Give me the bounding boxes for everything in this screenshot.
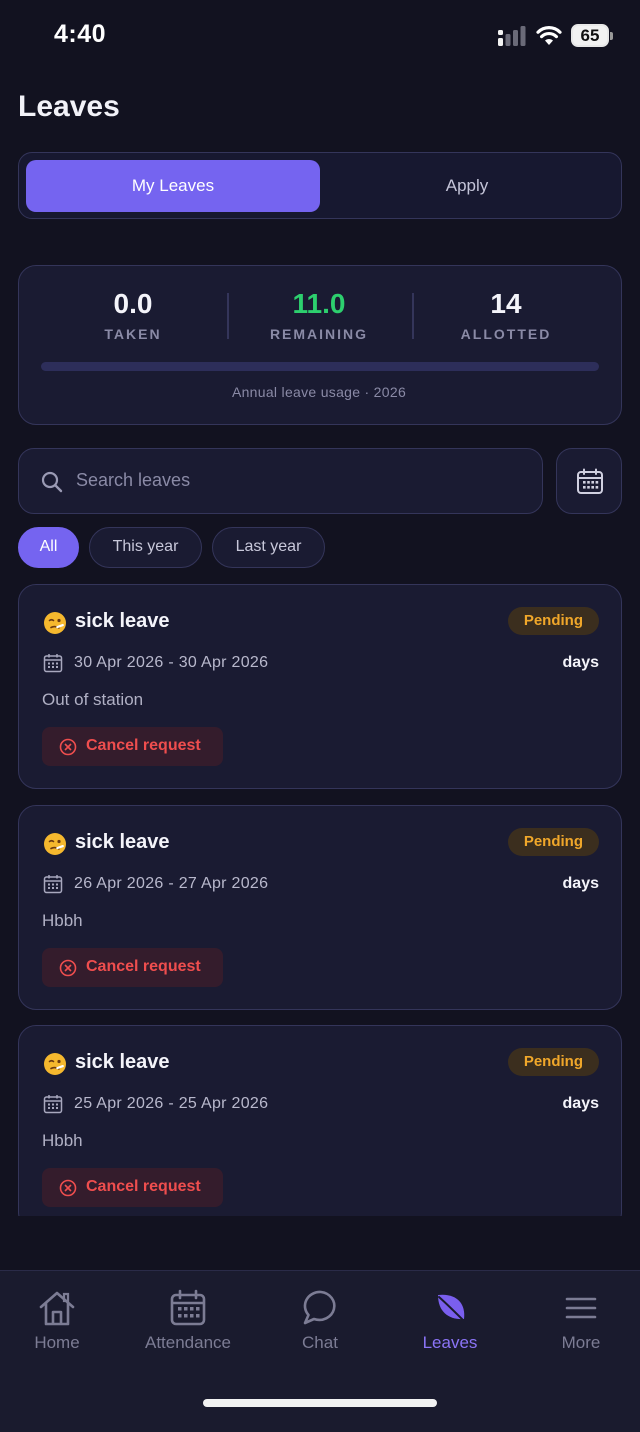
chat-icon	[303, 1290, 336, 1325]
leave-type: sick leave	[75, 831, 170, 853]
leave-days: days	[562, 654, 599, 671]
stat-taken-label: TAKEN	[104, 326, 162, 342]
stat-taken-value: 0.0	[113, 288, 153, 319]
home-indicator[interactable]	[203, 1399, 437, 1407]
menu-icon	[565, 1297, 597, 1319]
bottom-nav: Home Attendance Chat Leaves More	[0, 1270, 640, 1432]
nav-home-label: Home	[34, 1333, 80, 1352]
stat-allotted: 14 ALLOTTED	[406, 288, 606, 342]
nav-chat-label: Chat	[302, 1333, 338, 1352]
cancel-request-label: Cancel request	[86, 958, 201, 975]
calendar-icon	[170, 1289, 206, 1326]
nav-leaves-label: Leaves	[422, 1333, 478, 1352]
wifi-icon	[536, 26, 562, 45]
filter-chip-this-year[interactable]: This year	[89, 527, 202, 568]
calendar-icon	[43, 654, 63, 673]
stat-allotted-value: 14	[490, 288, 522, 319]
nav-attendance-label: Attendance	[144, 1333, 231, 1352]
stat-taken: 0.0 TAKEN	[33, 288, 233, 342]
leave-dates: 26 Apr 2026 - 27 Apr 2026	[74, 875, 269, 892]
status-badge: Pending	[507, 607, 599, 635]
nav-home[interactable]: Home	[0, 1289, 117, 1353]
leave-type: sick leave	[75, 610, 170, 632]
leaf-icon	[438, 1294, 467, 1324]
usage-caption: Annual leave usage · 2026	[231, 384, 407, 400]
stat-allotted-label: ALLOTTED	[460, 326, 552, 342]
leave-type: sick leave	[75, 1051, 170, 1073]
cancel-icon	[59, 738, 77, 756]
cancel-request-button[interactable]: Cancel request	[42, 727, 223, 766]
tab-my-leaves[interactable]: My Leaves	[26, 160, 320, 212]
leave-days: days	[562, 1095, 599, 1112]
tab-apply[interactable]: Apply	[322, 160, 612, 212]
search-icon	[41, 471, 63, 493]
leave-days: days	[562, 875, 599, 892]
calendar-icon	[577, 468, 603, 494]
cancel-request-button[interactable]: Cancel request	[42, 1168, 223, 1207]
leave-reason: Hbbh	[42, 1131, 83, 1150]
sick-face-icon	[43, 1052, 67, 1076]
battery-level: 65	[580, 26, 600, 45]
cancel-request-label: Cancel request	[86, 1178, 201, 1195]
usage-progress-bar	[41, 362, 599, 371]
nav-attendance[interactable]: Attendance	[128, 1289, 248, 1353]
page-title: Leaves	[18, 90, 120, 123]
status-badge: Pending	[507, 828, 599, 856]
cellular-signal-icon	[498, 26, 526, 46]
nav-chat[interactable]: Chat	[260, 1289, 380, 1353]
sick-face-icon	[43, 832, 67, 856]
leave-reason: Hbbh	[42, 911, 83, 930]
leave-balance-card: 0.0 TAKEN 11.0 REMAINING 14 ALLOTTED Ann…	[18, 265, 622, 425]
search-box	[18, 448, 543, 514]
leave-dates: 30 Apr 2026 - 30 Apr 2026	[74, 654, 269, 671]
leave-dates: 25 Apr 2026 - 25 Apr 2026	[74, 1095, 269, 1112]
home-icon	[39, 1291, 75, 1326]
status-bar: 4:40 65	[0, 0, 640, 72]
leave-card[interactable]: sick leave Pending 26 Apr 2026 - 27 Apr …	[18, 805, 622, 1010]
calendar-icon	[43, 875, 63, 894]
stat-remaining: 11.0 REMAINING	[219, 288, 419, 342]
stat-remaining-value: 11.0	[292, 288, 346, 319]
nav-more-label: More	[561, 1333, 601, 1352]
cancel-icon	[59, 1179, 77, 1197]
leave-list[interactable]: sick leave Pending 30 Apr 2026 - 30 Apr …	[0, 583, 640, 1216]
nav-more[interactable]: More	[521, 1289, 640, 1353]
nav-leaves[interactable]: Leaves	[390, 1289, 510, 1353]
cancel-request-label: Cancel request	[86, 737, 201, 754]
calendar-filter-button[interactable]	[556, 448, 622, 514]
status-time: 4:40	[54, 20, 107, 48]
status-badge: Pending	[507, 1048, 599, 1076]
cancel-icon	[59, 959, 77, 977]
leave-card[interactable]: sick leave Pending 25 Apr 2026 - 25 Apr …	[18, 1025, 622, 1216]
filter-chip-all[interactable]: All	[18, 527, 79, 568]
leave-reason: Out of station	[42, 690, 144, 709]
battery-icon: 65	[571, 24, 613, 47]
search-input[interactable]	[76, 449, 526, 512]
leave-card[interactable]: sick leave Pending 30 Apr 2026 - 30 Apr …	[18, 584, 622, 789]
sick-face-icon	[43, 611, 67, 635]
filter-chip-last-year[interactable]: Last year	[212, 527, 325, 568]
leaves-screen: 4:40 65 Leaves My Leaves Apply 0.0 TAKEN	[0, 0, 640, 1432]
calendar-icon	[43, 1095, 63, 1114]
stat-remaining-label: REMAINING	[269, 326, 369, 342]
leaves-tab-switcher: My Leaves Apply	[18, 152, 622, 219]
cancel-request-button[interactable]: Cancel request	[42, 948, 223, 987]
